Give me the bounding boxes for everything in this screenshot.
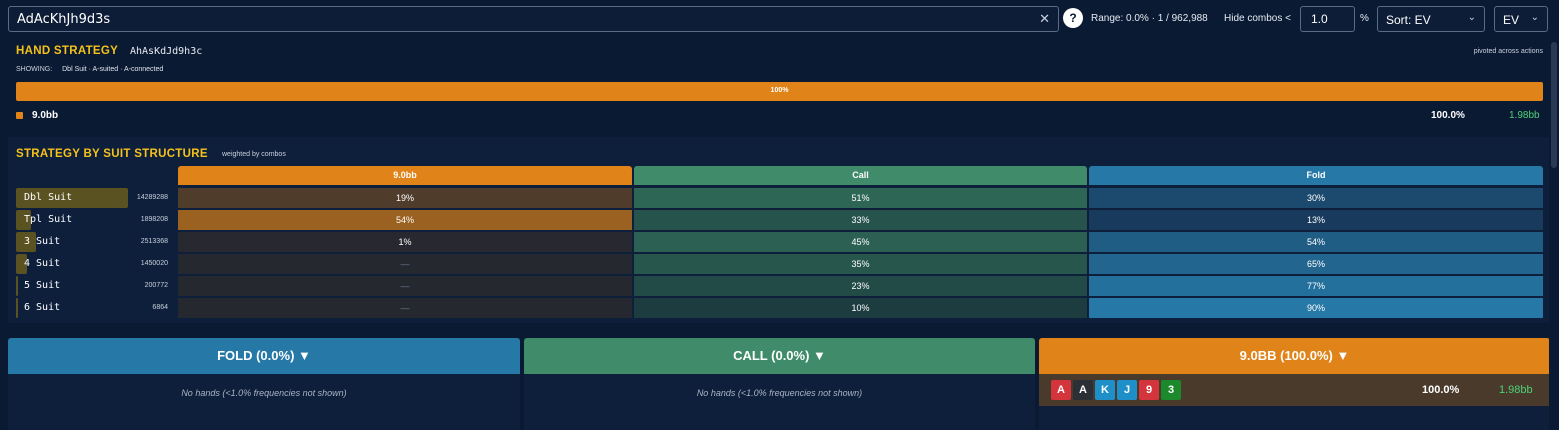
clear-icon[interactable]: ✕ bbox=[1039, 11, 1050, 27]
showing-value: Dbl Suit · A-suited · A-connected bbox=[62, 66, 164, 73]
hide-combos-input[interactable]: 1.0 bbox=[1300, 6, 1355, 32]
suit-row-label: 5 Suit 200772 bbox=[16, 276, 174, 296]
fold-empty-message: No hands (<1.0% frequencies not shown) bbox=[181, 388, 347, 398]
suit-row-count: 14289288 bbox=[136, 194, 168, 201]
suit-row-label: 3 Suit 2513368 bbox=[16, 232, 174, 252]
column-header-call[interactable]: Call bbox=[634, 166, 1087, 185]
suit-cell-fold: 13% bbox=[1089, 210, 1543, 230]
suit-cell-raise: — bbox=[178, 276, 632, 296]
hand-strategy-title: HAND STRATEGY bbox=[16, 45, 119, 57]
hand-row[interactable]: AAKJ93 100.0% 1.98bb bbox=[1039, 374, 1550, 406]
suit-row-name: 3 Suit bbox=[24, 236, 61, 247]
showing-line: SHOWING: Dbl Suit · A-suited · A-connect… bbox=[16, 66, 163, 73]
sort-select[interactable]: Sort: EV ⌄ bbox=[1377, 6, 1485, 32]
hand-row-ev: 1.98bb bbox=[1499, 384, 1533, 396]
strategy-bar: 100% bbox=[16, 82, 1543, 101]
pivot-note: pivoted across actions bbox=[1473, 48, 1543, 55]
suit-row-name: 4 Suit bbox=[24, 258, 61, 269]
hide-combos-label: Hide combos < bbox=[1224, 13, 1291, 24]
suit-structure-title: STRATEGY BY SUIT STRUCTURE bbox=[16, 148, 208, 160]
suit-cell-raise: 54% bbox=[178, 210, 632, 230]
suit-row-label: 4 Suit 1450020 bbox=[16, 254, 174, 274]
hand-row-pct: 100.0% bbox=[1422, 384, 1460, 396]
legend-ev: 1.98bb bbox=[1509, 110, 1540, 121]
suit-row-name: Tpl Suit bbox=[24, 214, 73, 225]
suit-row-name: 6 Suit bbox=[24, 302, 61, 313]
metric-select[interactable]: EV ⌄ bbox=[1494, 6, 1548, 32]
hand-strategy-hand: AhAsKdJd9h3c bbox=[130, 46, 203, 57]
suit-cell-fold: 77% bbox=[1089, 276, 1543, 296]
suit-cell-call: 51% bbox=[634, 188, 1087, 208]
call-panel-header[interactable]: CALL (0.0%) ▼ bbox=[524, 338, 1035, 374]
suit-row-count: 2513368 bbox=[140, 238, 168, 245]
search-input[interactable]: AdAcKhJh9d3s ✕ bbox=[8, 6, 1059, 32]
suit-cell-call: 45% bbox=[634, 232, 1087, 252]
playing-card: A bbox=[1051, 380, 1071, 400]
scrollbar-thumb[interactable] bbox=[1551, 42, 1557, 168]
column-header-raise[interactable]: 9.0bb bbox=[178, 166, 632, 185]
suit-cell-raise: — bbox=[178, 254, 632, 274]
suit-cell-fold: 30% bbox=[1089, 188, 1543, 208]
toolbar: AdAcKhJh9d3s ✕ ? Range: 0.0% · 1 / 962,9… bbox=[0, 0, 1559, 40]
showing-label: SHOWING: bbox=[16, 66, 53, 73]
strategy-bar-label: 100% bbox=[770, 87, 789, 94]
suit-cell-call: 33% bbox=[634, 210, 1087, 230]
suit-row-weight-bar bbox=[16, 276, 18, 296]
suit-row-name: 5 Suit bbox=[24, 280, 61, 291]
suit-row-count: 6864 bbox=[152, 304, 168, 311]
fold-panel-body: No hands (<1.0% frequencies not shown) bbox=[8, 374, 520, 430]
suit-row-count: 1450020 bbox=[140, 260, 168, 267]
scrollbar[interactable] bbox=[1549, 40, 1559, 430]
suit-row-label: Dbl Suit 14289288 bbox=[16, 188, 174, 208]
playing-card: A bbox=[1073, 380, 1093, 400]
legend-action: 9.0bb bbox=[32, 110, 59, 121]
raise-panel-header[interactable]: 9.0BB (100.0%) ▼ bbox=[1039, 338, 1550, 374]
call-panel-body: No hands (<1.0% frequencies not shown) bbox=[524, 374, 1035, 430]
playing-card: K bbox=[1095, 380, 1115, 400]
sort-select-value: Sort: EV bbox=[1386, 13, 1431, 27]
fold-panel-header[interactable]: FOLD (0.0%) ▼ bbox=[8, 338, 520, 374]
suit-row-count: 200772 bbox=[144, 282, 168, 289]
hide-combos-unit: % bbox=[1360, 13, 1369, 24]
chevron-down-icon: ⌄ bbox=[1467, 12, 1476, 23]
suit-cell-fold: 54% bbox=[1089, 232, 1543, 252]
playing-card: 3 bbox=[1161, 380, 1181, 400]
chevron-down-icon: ⌄ bbox=[1530, 12, 1539, 23]
range-readout: Range: 0.0% · 1 / 962,988 bbox=[1091, 13, 1208, 24]
suit-structure-subtitle: weighted by combos bbox=[222, 151, 286, 158]
call-empty-message: No hands (<1.0% frequencies not shown) bbox=[696, 388, 863, 398]
column-header-fold[interactable]: Fold bbox=[1089, 166, 1543, 185]
suit-row-count: 1898208 bbox=[140, 216, 168, 223]
suit-cell-call: 35% bbox=[634, 254, 1087, 274]
suit-cell-raise: 19% bbox=[178, 188, 632, 208]
suit-cell-raise: — bbox=[178, 298, 632, 318]
suit-cell-raise: 1% bbox=[178, 232, 632, 252]
suit-cell-fold: 65% bbox=[1089, 254, 1543, 274]
suit-cell-fold: 90% bbox=[1089, 298, 1543, 318]
help-icon[interactable]: ? bbox=[1063, 8, 1083, 28]
suit-cell-call: 23% bbox=[634, 276, 1087, 296]
metric-select-value: EV bbox=[1503, 13, 1520, 27]
search-input-value[interactable]: AdAcKhJh9d3s bbox=[17, 12, 110, 27]
legend-pct: 100.0% bbox=[1431, 110, 1465, 121]
legend-swatch bbox=[16, 112, 23, 119]
suit-row-label: 6 Suit 6864 bbox=[16, 298, 174, 318]
suit-row-name: Dbl Suit bbox=[24, 192, 73, 203]
playing-card: 9 bbox=[1139, 380, 1159, 400]
suit-row-weight-bar bbox=[16, 298, 18, 318]
playing-card: J bbox=[1117, 380, 1137, 400]
suit-cell-call: 10% bbox=[634, 298, 1087, 318]
suit-row-label: Tpl Suit 1898208 bbox=[16, 210, 174, 230]
